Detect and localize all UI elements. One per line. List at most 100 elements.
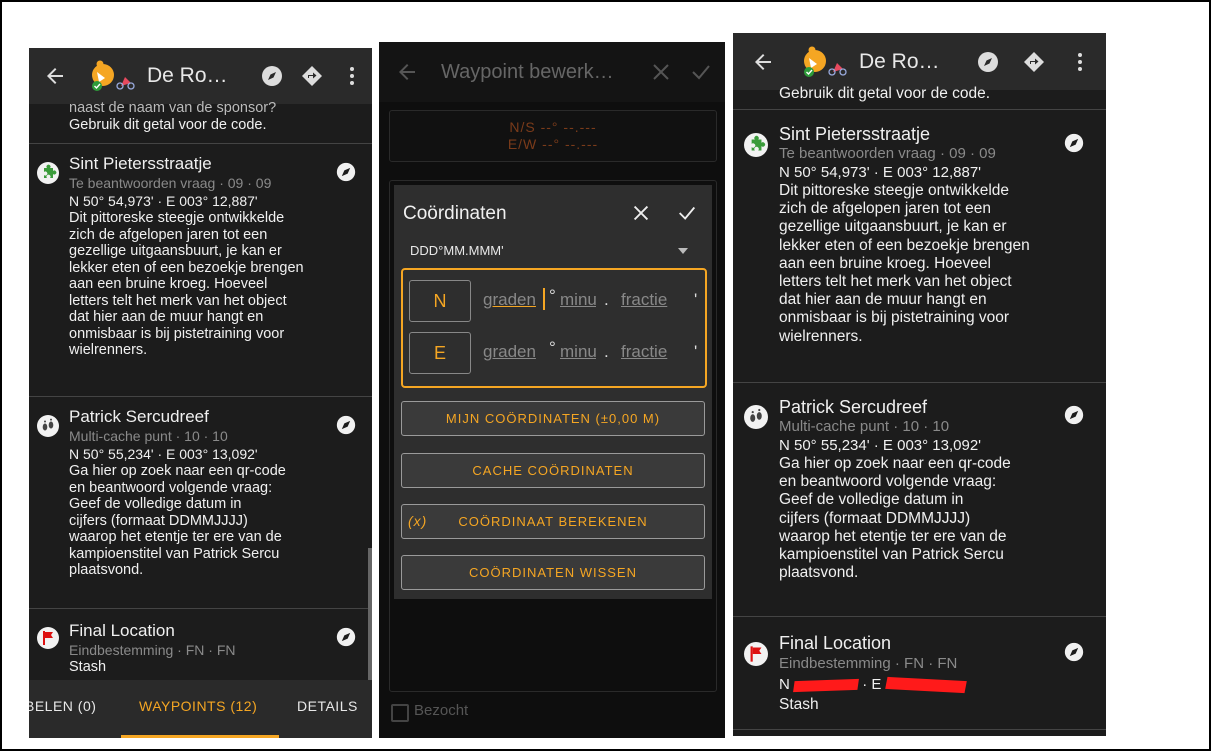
dropdown-icon [678, 248, 688, 254]
list-item[interactable]: Patrick Sercudreef Multi-cache punt · 10… [29, 397, 372, 609]
compass-icon[interactable] [976, 50, 1000, 74]
waypoint-meta: Eindbestemming · FN · FN [779, 655, 958, 672]
waypoint-description-line: zich de afgelopen jaren tot een [779, 200, 991, 218]
check-icon[interactable] [689, 60, 713, 84]
waypoint-description-line: aan een bruine kroeg. Hoeveel [779, 254, 991, 272]
waypoint-coordinates-redacted: N · E [779, 674, 1079, 695]
footprints-icon [37, 415, 59, 437]
geocache-logo-icon [92, 60, 135, 91]
intro-text-block: Gebruik dit getal voor de code. [733, 85, 1106, 110]
clear-coordinates-button[interactable]: COÖRDINATEN WISSEN [401, 555, 705, 590]
coordinate-field[interactable]: N/S --° --.--- E/W --° --.--- [389, 110, 717, 162]
calculate-coordinate-button[interactable]: (x) COÖRDINAAT BEREKENEN [401, 504, 705, 539]
waypoint-description-line: Ga hier op zoek naar een qr-code [69, 463, 286, 479]
waypoint-name: Final Location [69, 621, 175, 640]
waypoint-description-line: Dit pittoreske steegje ontwikkelde [69, 210, 285, 226]
page-title: De Ro… [859, 49, 940, 73]
cache-coordinates-label: CACHE COÖRDINATEN [472, 463, 634, 478]
check-icon[interactable] [676, 202, 698, 224]
back-arrow-icon[interactable] [43, 64, 67, 88]
waypoint-description-line: aan een bruine kroeg. Hoeveel [69, 276, 268, 292]
coordinate-input-group: N graden ° minuten . fractie ' E graden … [401, 268, 707, 388]
back-arrow-icon[interactable] [395, 60, 419, 84]
degree-symbol: ° [549, 338, 556, 357]
scrollbar[interactable] [368, 548, 372, 688]
waypoint-description-line: Stash [779, 696, 819, 713]
waypoint-coordinates: N 50° 54,973' · E 003° 12,887' [779, 164, 982, 181]
waypoint-description-line: kampioenstitel van Patrick Sercu [69, 545, 280, 562]
more-icon[interactable] [1068, 50, 1092, 74]
prime-symbol: ' [694, 342, 698, 361]
lon-degrees-input[interactable]: graden [483, 342, 543, 362]
waypoint-description-line: en beantwoord volgende vraag: [69, 479, 273, 496]
list-item[interactable]: Patrick Sercudreef Multi-cache punt · 10… [733, 383, 1106, 617]
app-bar: De Ro… [29, 48, 372, 104]
waypoint-coordinates: N 50° 55,234' · E 003° 13,092' [779, 437, 982, 454]
waypoint-description-line: lekker eten of een bezoekje brengen [69, 259, 304, 276]
waypoint-name: Sint Pietersstraatje [69, 154, 212, 173]
waypoint-description-line: gezellige uitgaansbuurt, je kan er [779, 218, 1007, 236]
waypoint-description-line: letters telt het merk van het object [779, 273, 1012, 291]
lon-fraction-input[interactable]: fractie [621, 342, 689, 362]
waypoint-description-line: onmisbaar is bij pistetraining voor [779, 309, 1010, 327]
lon-hemisphere-button[interactable]: E [409, 332, 471, 374]
waypoint-name: Patrick Sercudreef [779, 397, 928, 417]
lat-hemisphere-button[interactable]: N [409, 280, 471, 322]
waypoint-name: Final Location [779, 633, 892, 653]
close-icon[interactable] [649, 60, 673, 84]
coord-ns-placeholder: N/S --° --.--- [509, 119, 597, 135]
waypoint-description-line: zich de afgelopen jaren tot een [69, 226, 268, 243]
cache-coordinates-button[interactable]: CACHE COÖRDINATEN [401, 453, 705, 488]
clear-coordinates-label: COÖRDINATEN WISSEN [469, 565, 637, 580]
lon-minutes-input[interactable]: minuten [560, 342, 596, 362]
navigate-icon[interactable] [1022, 50, 1046, 74]
back-arrow-icon[interactable] [751, 50, 775, 74]
list-item[interactable]: Final Location Eindbestemming · FN · FN … [29, 609, 372, 689]
lat-minutes-input[interactable]: minuten [560, 290, 596, 310]
intro-line: Gebruik dit getal voor de code. [69, 116, 267, 133]
page-title: De Ro… [147, 64, 228, 87]
waypoint-description-line: Ga hier op zoek naar een qr-code [779, 455, 1011, 472]
tab-waypoints[interactable]: WAYPOINTS (12) [139, 698, 257, 714]
visited-checkbox[interactable] [391, 704, 409, 722]
waypoint-description-line: dat hier aan de muur hangt en [69, 309, 264, 325]
list-item[interactable]: Final Location Eindbestemming · FN · FN … [733, 617, 1106, 730]
list-item[interactable]: Sint Pietersstraatje Te beantwoorden vra… [733, 110, 1106, 383]
page-title: Waypoint bewerk… [441, 60, 614, 83]
calculate-variable-icon: (x) [408, 513, 428, 529]
waypoint-description-line: wielrenners. [69, 342, 148, 358]
waypoint-description-line: wielrenners. [779, 327, 863, 345]
my-coordinates-button[interactable]: MIJN COÖRDINATEN (±0,00 M) [401, 401, 705, 436]
redaction-mark [793, 678, 859, 692]
close-icon[interactable] [630, 202, 652, 224]
more-icon[interactable] [340, 64, 364, 88]
waypoint-description-line: Geef de volledige datum in [69, 496, 242, 512]
waypoint-description-line: onmisbaar is bij pistetraining voor [69, 325, 285, 342]
waypoint-description-line: cijfers (formaat DDMMJJJJ) [69, 512, 248, 529]
waypoint-description-line: plaatsvond. [779, 564, 859, 582]
waypoint-meta: Te beantwoorden vraag · 09 · 09 [69, 175, 272, 191]
flag-icon [37, 627, 59, 649]
lat-degrees-input[interactable]: graden [483, 290, 543, 310]
middle-phone: Waypoint bewerk… N/S --° --.--- E/W --° … [379, 42, 725, 738]
tab-details[interactable]: DETAILS [297, 698, 358, 714]
app-bar: De Ro… [733, 33, 1106, 90]
waypoint-description-line: lekker eten of een bezoekje brengen [779, 236, 1030, 254]
waypoint-name: Sint Pietersstraatje [779, 124, 931, 144]
waypoint-description-line: en beantwoord volgende vraag: [779, 473, 997, 491]
lat-hemisphere-label: N [433, 291, 447, 311]
puzzle-icon [37, 162, 59, 184]
tab-labels[interactable]: BELEN (0) [29, 698, 96, 714]
list-item[interactable]: Sint Pietersstraatje Te beantwoorden vra… [29, 144, 372, 397]
coord-n-prefix: N [779, 676, 790, 693]
waypoint-description-line: Geef de volledige datum in [779, 491, 964, 509]
format-dropdown[interactable]: DDD°MM.MMM' [410, 242, 688, 262]
geocache-logo-icon [804, 46, 847, 77]
lat-fraction-input[interactable]: fractie [621, 290, 689, 310]
prime-symbol: ' [694, 290, 698, 309]
dialog-title: Coördinaten [403, 203, 507, 224]
navigate-icon[interactable] [300, 64, 324, 88]
waypoint-description-line: waarop het etentje ter ere van de [779, 527, 1007, 545]
waypoint-coordinates: N 50° 55,234' · E 003° 13,092' [69, 446, 258, 462]
compass-icon[interactable] [260, 64, 284, 88]
